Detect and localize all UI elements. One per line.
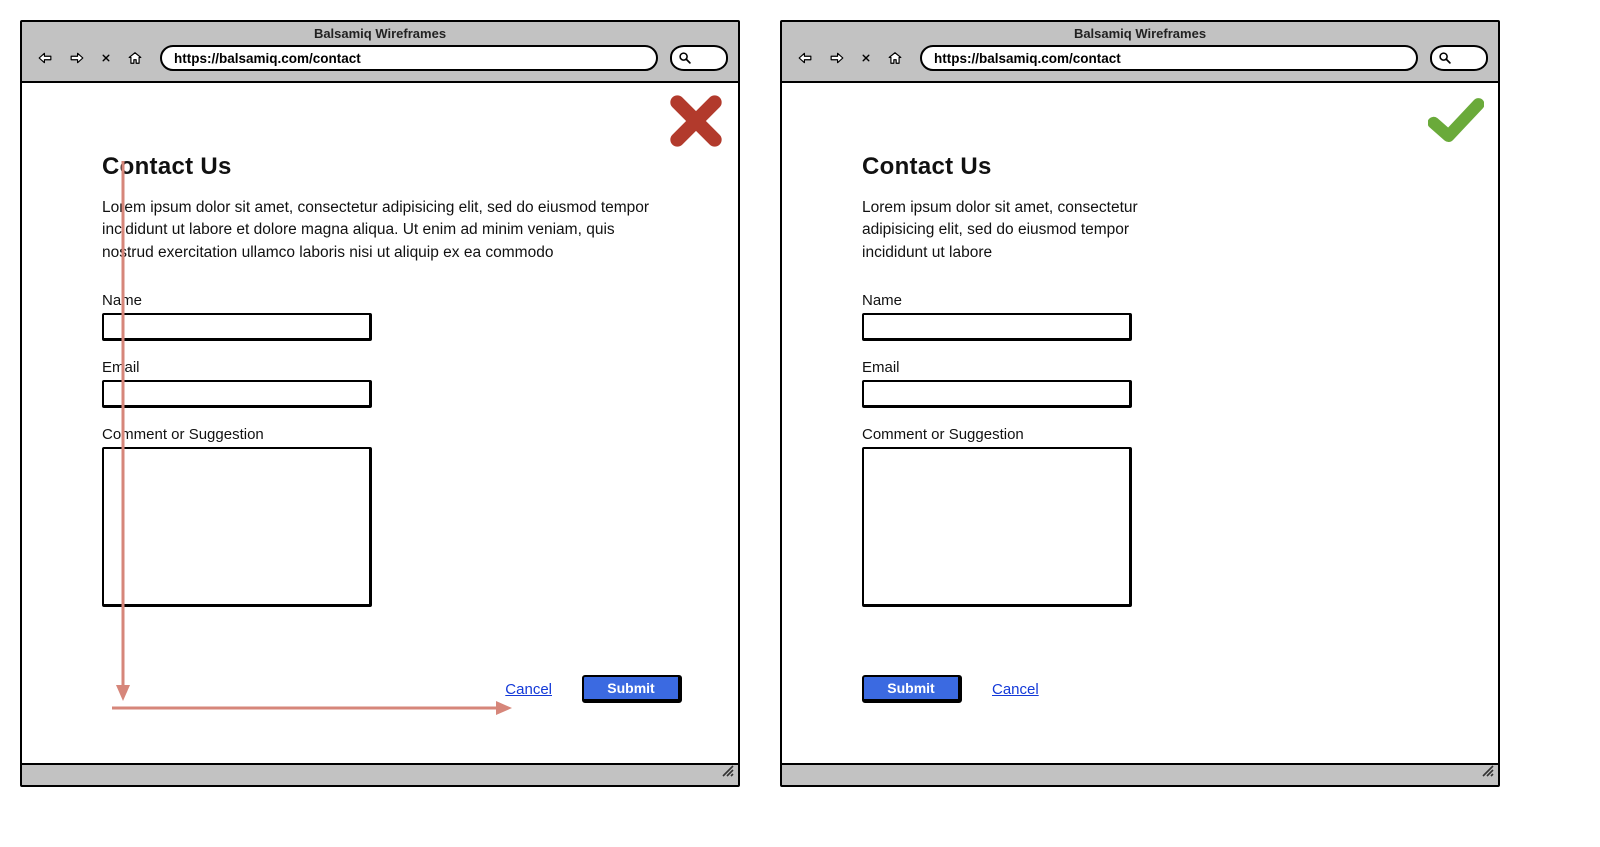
resize-handle-icon[interactable] [721,764,735,783]
name-field: Name [862,292,1298,341]
comment-field: Comment or Suggestion [862,426,1298,607]
actions: Submit Cancel [862,675,1039,703]
email-field: Email [102,359,678,408]
forward-button[interactable] [824,47,850,69]
comment-field: Comment or Suggestion [102,426,678,607]
cross-icon [668,93,724,149]
content-area: Contact Us Lorem ipsum dolor sit amet, c… [782,83,1498,607]
comment-label: Comment or Suggestion [102,426,678,443]
statusbar [782,763,1498,785]
name-input[interactable] [102,313,372,341]
titlebar: Balsamiq Wireframes https://balsamiq.com… [782,22,1498,83]
toolbar: https://balsamiq.com/contact [22,45,738,71]
flow-arrow-right-icon [112,698,512,718]
arrow-right-icon [830,47,844,69]
viewport: Contact Us Lorem ipsum dolor sit amet, c… [782,83,1498,763]
email-field: Email [862,359,1298,408]
arrow-left-icon [798,47,812,69]
home-icon [128,47,142,69]
page-title: Contact Us [102,153,678,181]
arrow-left-icon [38,47,52,69]
browser-window-bad: Balsamiq Wireframes https://balsamiq.com… [20,20,740,787]
back-button[interactable] [792,47,818,69]
x-icon [102,47,110,69]
statusbar [22,763,738,785]
actions: Cancel Submit [505,675,682,703]
name-label: Name [862,292,1298,309]
url-bar[interactable]: https://balsamiq.com/contact [160,45,658,71]
bad-mark [668,93,724,154]
search-button[interactable] [1430,45,1488,71]
good-mark [1428,93,1484,154]
titlebar: Balsamiq Wireframes https://balsamiq.com… [22,22,738,83]
email-input[interactable] [862,380,1132,408]
home-icon [888,47,902,69]
name-field: Name [102,292,678,341]
arrow-right-icon [70,47,84,69]
stop-button[interactable] [96,47,116,69]
email-input[interactable] [102,380,372,408]
name-label: Name [102,292,678,309]
browser-window-good: Balsamiq Wireframes https://balsamiq.com… [780,20,1500,787]
email-label: Email [102,359,678,376]
forward-button[interactable] [64,47,90,69]
back-button[interactable] [32,47,58,69]
intro-text: Lorem ipsum dolor sit amet, consectetur … [102,197,662,264]
name-input[interactable] [862,313,1132,341]
stop-button[interactable] [856,47,876,69]
url-text: https://balsamiq.com/contact [174,51,361,66]
email-label: Email [862,359,1298,376]
search-icon [1438,51,1452,65]
search-icon [678,51,692,65]
url-text: https://balsamiq.com/contact [934,51,1121,66]
intro-text: Lorem ipsum dolor sit amet, consectetur … [862,197,1142,264]
viewport: Contact Us Lorem ipsum dolor sit amet, c… [22,83,738,763]
cancel-link[interactable]: Cancel [992,681,1039,698]
submit-button[interactable]: Submit [862,675,962,703]
comment-textarea[interactable] [862,447,1132,607]
toolbar: https://balsamiq.com/contact [782,45,1498,71]
window-title: Balsamiq Wireframes [22,26,738,45]
cancel-link[interactable]: Cancel [505,681,552,698]
x-icon [862,47,870,69]
comment-textarea[interactable] [102,447,372,607]
resize-handle-icon[interactable] [1481,764,1495,783]
url-bar[interactable]: https://balsamiq.com/contact [920,45,1418,71]
home-button[interactable] [122,47,148,69]
home-button[interactable] [882,47,908,69]
window-title: Balsamiq Wireframes [782,26,1498,45]
submit-button[interactable]: Submit [582,675,682,703]
check-icon [1428,93,1484,149]
page-title: Contact Us [862,153,1298,181]
comment-label: Comment or Suggestion [862,426,1298,443]
flow-arrow-down-icon [113,161,133,701]
search-button[interactable] [670,45,728,71]
